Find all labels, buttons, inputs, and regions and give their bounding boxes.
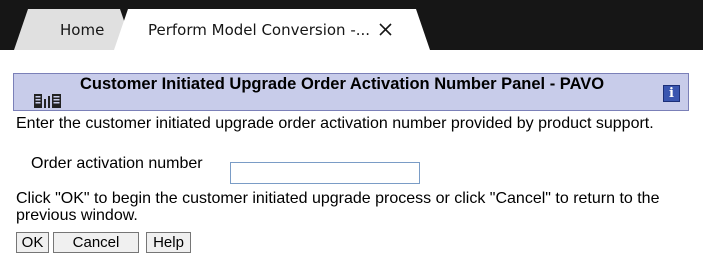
info-icon[interactable]: i [663,85,680,102]
tab-active-label: Perform Model Conversion -... [148,20,371,39]
tab-home[interactable]: Home [14,9,134,50]
cancel-button[interactable]: Cancel [53,232,139,253]
panel-header: Customer Initiated Upgrade Order Activat… [13,73,689,111]
instruction-text: Click "OK" to begin the customer initiat… [16,190,660,224]
help-button[interactable]: Help [146,232,191,253]
order-activation-label: Order activation number [31,155,203,172]
ok-button[interactable]: OK [16,232,49,253]
hardware-system-icon [34,94,62,113]
tab-home-label: Home [60,20,105,39]
tab-perform-model-conversion[interactable]: Perform Model Conversion -... [114,9,430,50]
panel-title: Customer Initiated Upgrade Order Activat… [80,75,605,93]
tab-bar: Home Perform Model Conversion -... [0,0,703,50]
order-activation-number-input[interactable] [230,162,420,184]
close-icon[interactable] [378,22,393,37]
panel-description: Enter the customer initiated upgrade ord… [16,115,654,132]
